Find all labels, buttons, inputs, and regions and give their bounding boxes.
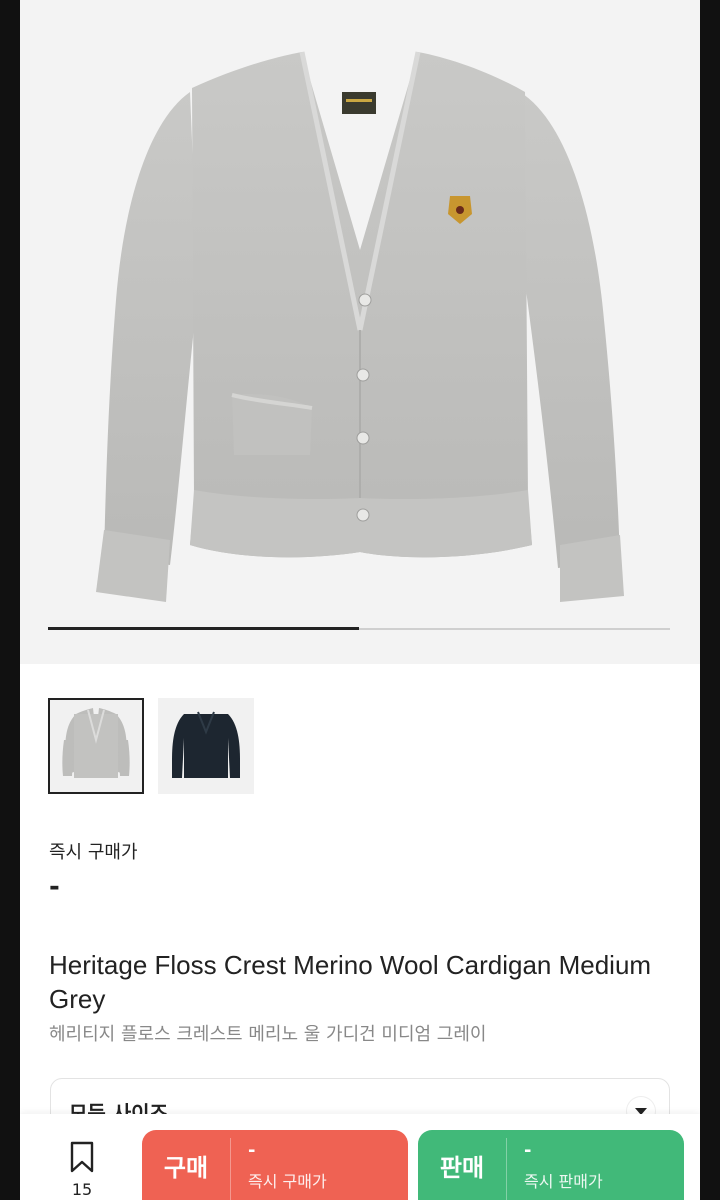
buy-button-price: - (248, 1140, 256, 1161)
bookmark-button[interactable]: 15 (60, 1140, 104, 1199)
thumbnail-list (48, 698, 254, 794)
sell-button[interactable]: 판매 - 즉시 판매가 (418, 1130, 684, 1200)
instant-buy-price-label: 즉시 구매가 (49, 842, 138, 863)
thumbnail-grey-cardigan[interactable] (48, 698, 144, 794)
bookmark-icon (70, 1141, 94, 1173)
buy-button-divider (230, 1138, 231, 1200)
buy-button-label: 구매 (163, 1153, 209, 1182)
bottom-action-bar: 15 구매 - 즉시 구매가 판매 - 즉시 판매가 (20, 1114, 700, 1200)
cardigan-image (96, 51, 624, 602)
product-image-carousel[interactable] (20, 0, 700, 664)
sell-button-label: 판매 (439, 1153, 485, 1182)
bookmark-count: 15 (71, 1180, 93, 1199)
thumbnail-navy-cardigan[interactable] (158, 698, 254, 794)
sell-button-sub-label: 즉시 판매가 (524, 1172, 603, 1191)
sell-button-divider (506, 1138, 507, 1200)
carousel-progress-track (48, 627, 670, 630)
buy-button[interactable]: 구매 - 즉시 구매가 (142, 1130, 408, 1200)
buy-button-sub-label: 즉시 구매가 (248, 1172, 327, 1191)
carousel-progress-fill (48, 627, 359, 630)
instant-buy-price-value: - (49, 872, 60, 902)
product-title-ko: 헤리티지 플로스 크레스트 메리노 울 가디건 미디엄 그레이 (49, 1024, 487, 1045)
product-title-en: Heritage Floss Crest Merino Wool Cardiga… (49, 950, 652, 1014)
navy-cardigan-thumbnail-image (172, 711, 240, 778)
product-page: 즉시 구매가 - Heritage Floss Crest Merino Woo… (20, 0, 700, 1200)
sell-button-price: - (524, 1140, 532, 1161)
grey-cardigan-thumbnail-image (62, 708, 130, 778)
